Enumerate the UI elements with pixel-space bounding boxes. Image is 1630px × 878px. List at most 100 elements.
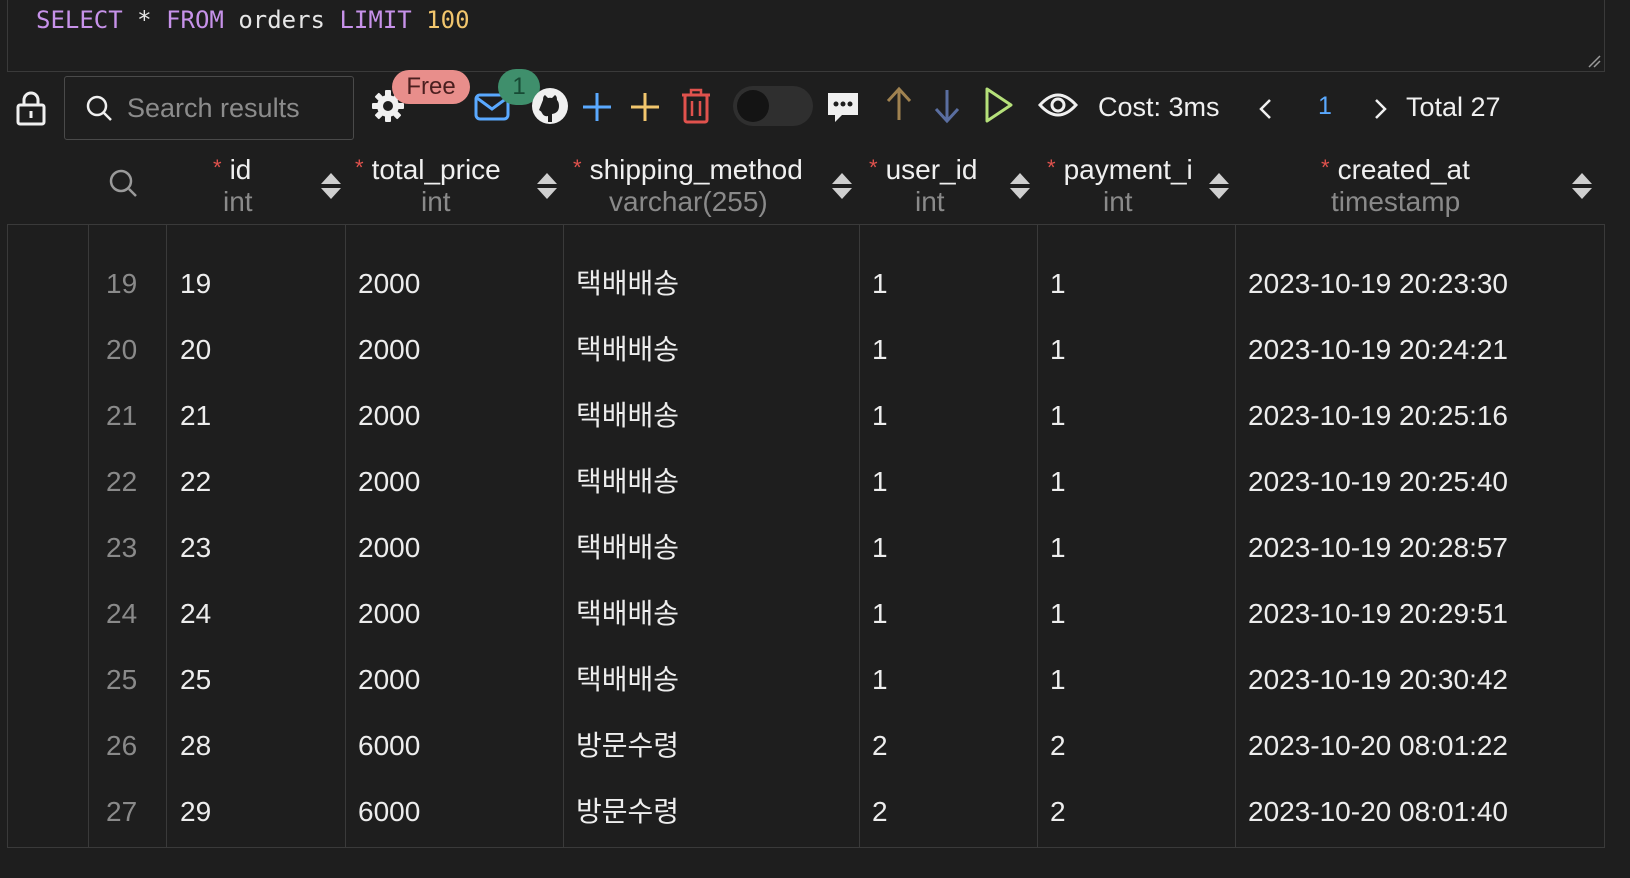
comment-icon[interactable] xyxy=(826,90,860,124)
results-toolbar: Free 1 xyxy=(0,69,1630,148)
current-page[interactable]: 1 xyxy=(1318,92,1332,121)
sort-icon[interactable] xyxy=(1208,172,1230,200)
search-box[interactable] xyxy=(64,76,354,140)
table-cell[interactable]: 방문수령 xyxy=(576,779,679,845)
table-row[interactable]: 24 24 2000 택배배송 1 1 2023-10-19 20:29:51 xyxy=(8,581,1604,647)
table-cell[interactable]: 2023-10-19 20:24:21 xyxy=(1248,317,1508,383)
table-cell[interactable]: 1 xyxy=(872,251,888,317)
table-row[interactable]: 21 21 2000 택배배송 1 1 2023-10-19 20:25:16 xyxy=(8,383,1604,449)
sort-icon[interactable] xyxy=(320,172,342,200)
table-cell[interactable]: 1 xyxy=(1050,647,1066,713)
table-cell[interactable]: 22 xyxy=(180,449,211,515)
table-cell[interactable]: 2000 xyxy=(358,581,420,647)
add-row-icon[interactable] xyxy=(582,92,612,122)
chevron-left-icon[interactable] xyxy=(1258,98,1274,120)
table-cell[interactable]: 2 xyxy=(872,779,888,845)
table-cell[interactable]: 6000 xyxy=(358,713,420,779)
toggle-switch[interactable] xyxy=(733,86,813,126)
search-input[interactable] xyxy=(125,91,349,125)
table-row[interactable]: 26 28 6000 방문수령 2 2 2023-10-20 08:01:22 xyxy=(8,713,1604,779)
table-row[interactable]: 20 20 2000 택배배송 1 1 2023-10-19 20:24:21 xyxy=(8,317,1604,383)
table-cell[interactable]: 6000 xyxy=(358,779,420,845)
column-header-created-at[interactable]: * created_at timestamp xyxy=(1235,148,1605,224)
sql-editor[interactable]: SELECT * FROM orders LIMIT 100 xyxy=(7,0,1605,72)
table-cell[interactable]: 2023-10-20 08:01:40 xyxy=(1248,779,1508,845)
table-cell[interactable]: 23 xyxy=(180,515,211,581)
table-cell[interactable]: 2023-10-19 20:28:57 xyxy=(1248,515,1508,581)
lock-icon[interactable] xyxy=(15,90,47,126)
column-header-total-price[interactable]: * total_price int xyxy=(345,148,563,224)
table-row[interactable]: 25 25 2000 택배배송 1 1 2023-10-19 20:30:42 xyxy=(8,647,1604,713)
table-cell[interactable]: 1 xyxy=(1050,515,1066,581)
table-cell[interactable]: 2000 xyxy=(358,251,420,317)
table-cell[interactable]: 1 xyxy=(1050,251,1066,317)
table-cell[interactable]: 25 xyxy=(180,647,211,713)
table-cell[interactable]: 21 xyxy=(180,383,211,449)
table-cell[interactable]: 2000 xyxy=(358,383,420,449)
table-cell[interactable]: 2023-10-19 20:23:30 xyxy=(1248,251,1508,317)
table-row[interactable]: 23 23 2000 택배배송 1 1 2023-10-19 20:28:57 xyxy=(8,515,1604,581)
delete-icon[interactable] xyxy=(680,88,712,124)
github-icon[interactable] xyxy=(530,86,570,126)
column-header-payment-id[interactable]: * payment_i int xyxy=(1037,148,1235,224)
sort-icon[interactable] xyxy=(831,172,853,200)
column-search-icon[interactable] xyxy=(108,168,138,198)
sql-star: * xyxy=(137,6,152,34)
table-cell[interactable]: 24 xyxy=(180,581,211,647)
table-cell[interactable]: 2000 xyxy=(358,449,420,515)
table-cell[interactable]: 2023-10-19 20:29:51 xyxy=(1248,581,1508,647)
table-cell[interactable]: 2000 xyxy=(358,515,420,581)
table-cell[interactable]: 택배배송 xyxy=(576,647,679,713)
table-cell[interactable]: 택배배송 xyxy=(576,251,679,317)
table-cell[interactable]: 2000 xyxy=(358,317,420,383)
column-name: * user_id xyxy=(869,154,977,186)
table-cell[interactable]: 택배배송 xyxy=(576,581,679,647)
table-cell[interactable]: 1 xyxy=(872,581,888,647)
table-cell[interactable]: 택배배송 xyxy=(576,515,679,581)
table-row[interactable]: 19 19 2000 택배배송 1 1 2023-10-19 20:23:30 xyxy=(8,251,1604,317)
table-row[interactable]: 27 29 6000 방문수령 2 2 2023-10-20 08:01:40 xyxy=(8,779,1604,845)
eye-icon[interactable] xyxy=(1038,90,1078,120)
table-cell[interactable]: 2023-10-20 08:01:22 xyxy=(1248,713,1508,779)
table-cell[interactable]: 19 xyxy=(180,251,211,317)
table-cell[interactable]: 2000 xyxy=(358,647,420,713)
table-cell[interactable]: 택배배송 xyxy=(576,317,679,383)
table-cell[interactable]: 20 xyxy=(180,317,211,383)
sort-icon[interactable] xyxy=(1009,172,1031,200)
table-cell[interactable]: 1 xyxy=(872,647,888,713)
sort-icon[interactable] xyxy=(536,172,558,200)
table-cell[interactable]: 2023-10-19 20:25:40 xyxy=(1248,449,1508,515)
row-number: 27 xyxy=(106,796,138,827)
run-icon[interactable] xyxy=(984,86,1014,124)
table-cell[interactable]: 28 xyxy=(180,713,211,779)
column-header-shipping-method[interactable]: * shipping_method varchar(255) xyxy=(563,148,859,224)
arrow-down-icon[interactable] xyxy=(934,88,960,124)
table-cell[interactable]: 1 xyxy=(872,383,888,449)
table-cell[interactable]: 1 xyxy=(1050,581,1066,647)
free-badge[interactable]: Free xyxy=(392,70,470,104)
resize-grip-icon[interactable] xyxy=(1587,54,1601,68)
table-cell[interactable]: 1 xyxy=(1050,449,1066,515)
table-cell[interactable]: 29 xyxy=(180,779,211,845)
table-cell[interactable]: 2 xyxy=(1050,779,1066,845)
chevron-right-icon[interactable] xyxy=(1372,98,1388,120)
table-cell[interactable]: 방문수령 xyxy=(576,713,679,779)
insert-icon[interactable] xyxy=(630,92,660,122)
table-cell[interactable]: 2023-10-19 20:30:42 xyxy=(1248,647,1508,713)
table-cell[interactable]: 1 xyxy=(1050,383,1066,449)
table-cell[interactable]: 2 xyxy=(872,713,888,779)
table-row[interactable]: 22 22 2000 택배배송 1 1 2023-10-19 20:25:40 xyxy=(8,449,1604,515)
table-cell[interactable]: 2023-10-19 20:25:16 xyxy=(1248,383,1508,449)
column-header-user-id[interactable]: * user_id int xyxy=(859,148,1037,224)
table-cell[interactable]: 1 xyxy=(1050,317,1066,383)
table-cell[interactable]: 1 xyxy=(872,317,888,383)
table-cell[interactable]: 택배배송 xyxy=(576,383,679,449)
sql-keyword-limit: LIMIT xyxy=(339,6,412,34)
table-cell[interactable]: 2 xyxy=(1050,713,1066,779)
table-cell[interactable]: 1 xyxy=(872,449,888,515)
arrow-up-icon[interactable] xyxy=(886,86,912,122)
sort-icon[interactable] xyxy=(1571,172,1593,200)
table-cell[interactable]: 택배배송 xyxy=(576,449,679,515)
column-header-id[interactable]: * id int xyxy=(167,148,345,224)
table-cell[interactable]: 1 xyxy=(872,515,888,581)
